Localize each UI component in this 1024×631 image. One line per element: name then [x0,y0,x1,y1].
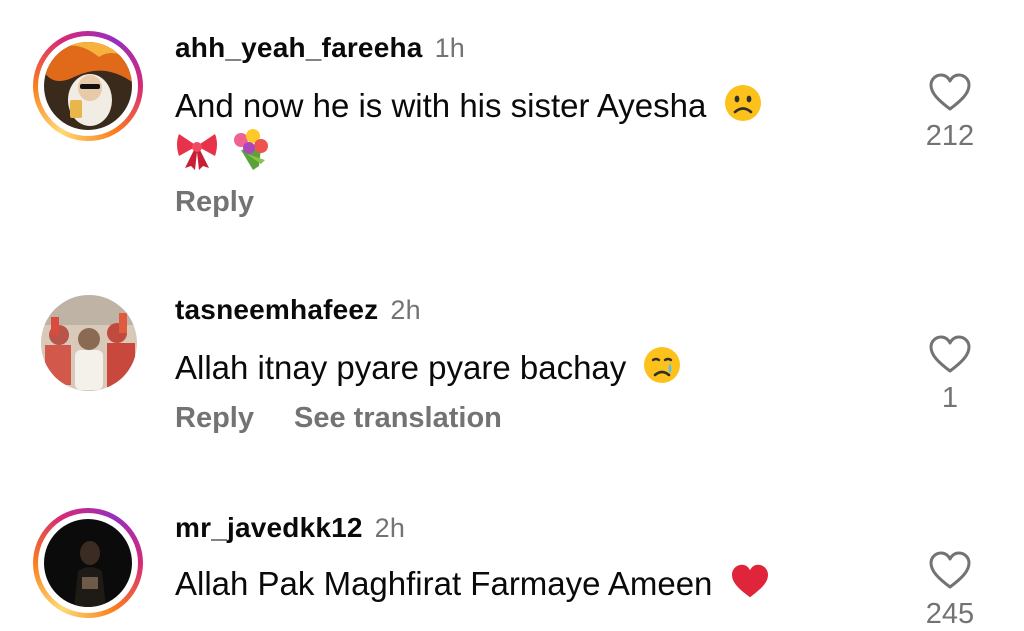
username-text[interactable]: mr_javedkk12 [175,512,363,543]
reply-button[interactable]: Reply [175,186,254,218]
comment-text: Allah Pak Maghfirat Farmaye Ameen [175,562,770,610]
avatar[interactable] [33,290,143,400]
reply-button[interactable]: Reply [175,402,254,434]
comment-extra-emojis [175,128,271,177]
username-text[interactable]: ahh_yeah_fareeha [175,32,423,63]
comment-username[interactable]: tasneemhafeez 2h [175,294,421,326]
avatar-image [44,519,132,607]
comment-timestamp: 2h [390,295,421,325]
avatar-image [41,295,137,391]
red-heart-icon [730,563,770,610]
comment-timestamp: 2h [374,513,406,543]
comment-timestamp: 1h [434,33,465,63]
comment-actions: Reply See translation [175,402,542,435]
like-control: 1 [920,334,980,415]
avatar[interactable] [33,31,143,141]
bouquet-icon [227,128,271,177]
comment-actions: Reply [175,186,294,219]
like-count: 212 [925,120,975,152]
like-control: 212 [920,72,980,153]
comment-username[interactable]: ahh_yeah_fareeha 1h [175,32,465,64]
comment-body: Allah Pak Maghfirat Farmaye Ameen [175,565,713,602]
like-count: 1 [941,382,959,414]
heart-icon[interactable] [928,72,972,112]
slightly-frowning-face-icon [724,84,762,133]
comment-text: Allah itnay pyare pyare bachay [175,346,681,395]
username-text[interactable]: tasneemhafeez [175,294,378,325]
avatar-image [44,42,132,130]
heart-icon[interactable] [928,550,972,590]
crying-face-icon [643,346,681,395]
like-count: 245 [925,598,975,630]
like-control: 245 [920,550,980,631]
avatar[interactable] [33,508,143,618]
comment-body: Allah itnay pyare pyare bachay [175,349,627,387]
ribbon-icon [175,130,219,175]
heart-icon[interactable] [928,334,972,374]
comment-body: And now he is with his sister Ayesha [175,87,707,125]
comment-text: And now he is with his sister Ayesha [175,84,762,133]
comment-username[interactable]: mr_javedkk12 2h [175,512,405,544]
see-translation-button[interactable]: See translation [294,402,502,434]
